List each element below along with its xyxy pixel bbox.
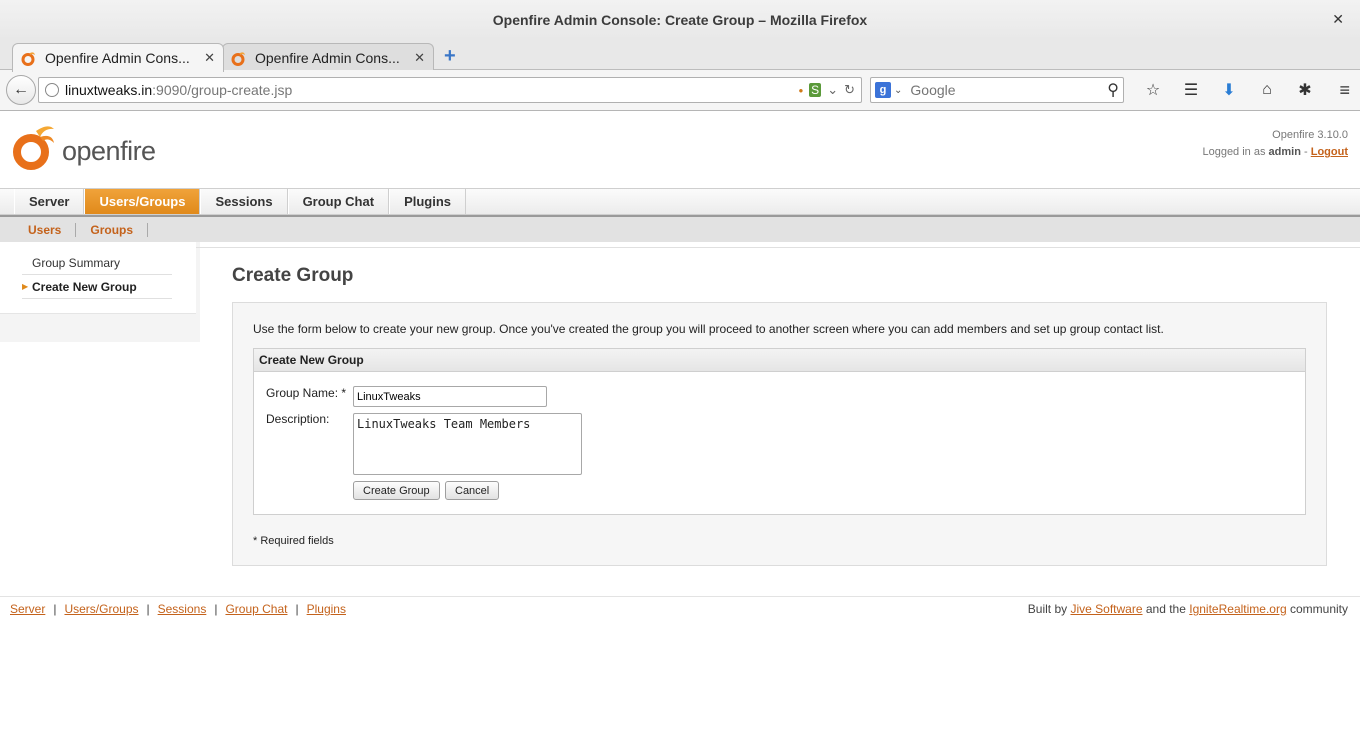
site-addon-icon[interactable]: S [809, 83, 822, 97]
page-footer: Server | Users/Groups | Sessions | Group Chat |… [0, 596, 1360, 622]
openfire-favicon-icon [231, 51, 245, 66]
tab-users-groups[interactable]: Users/Groups [84, 189, 201, 214]
search-bar[interactable]: g ⌄ ⚲ [870, 77, 1124, 103]
footer-link-users-groups[interactable]: Users/Groups [64, 602, 138, 616]
addon-icon[interactable]: ✱ [1286, 80, 1324, 100]
tab-openfire-admin-1[interactable]: Openfire Admin Cons... ✕ [12, 43, 224, 72]
tab-server[interactable]: Server [14, 189, 85, 214]
form-title: Create New Group [254, 349, 1305, 372]
cancel-button[interactable]: Cancel [445, 481, 500, 500]
sidebar-item-label: Create New Group [32, 279, 137, 294]
google-engine-icon[interactable]: g [875, 82, 891, 98]
info-separator: - [1304, 146, 1308, 158]
subtab-groups[interactable]: Groups [76, 222, 149, 237]
navigation-toolbar: ← linuxtweaks.in:9090/group-create.jsp •… [0, 70, 1360, 111]
jive-software-link[interactable]: Jive Software [1070, 602, 1142, 616]
tab-openfire-admin-2[interactable]: Openfire Admin Cons... ✕ [222, 43, 434, 71]
footer-link-server[interactable]: Server [10, 602, 45, 616]
tab-strip: Openfire Admin Cons... ✕ Openfire Admin … [0, 40, 1360, 72]
back-arrow-icon: ← [13, 81, 29, 98]
address-bar[interactable]: linuxtweaks.in:9090/group-create.jsp • S… [38, 77, 862, 103]
description-label: Description: [266, 412, 330, 426]
back-button[interactable]: ← [6, 75, 36, 105]
footer-link-plugins[interactable]: Plugins [307, 602, 346, 616]
sidebar-item-group-summary[interactable]: Group Summary [22, 251, 172, 275]
active-arrow-icon: ▶ [22, 282, 29, 291]
main-content: Create Group Use the form below to creat… [196, 247, 1360, 597]
download-arrow-icon[interactable]: ⬇ [1210, 80, 1248, 100]
tab-sessions[interactable]: Sessions [200, 189, 288, 214]
reading-list-icon[interactable]: ☰ [1172, 80, 1210, 100]
footer-nav: Server | Users/Groups | Sessions | Group Chat |… [10, 602, 346, 616]
openfire-logo[interactable]: openfire [10, 121, 156, 171]
group-name-input[interactable] [353, 386, 547, 407]
logo-text: openfire [62, 135, 156, 166]
hamburger-menu-icon[interactable]: ≡ [1339, 80, 1350, 101]
tab-close-icon[interactable]: ✕ [414, 50, 425, 66]
url-host: linuxtweaks.in [65, 82, 153, 98]
chevron-down-icon[interactable]: ⌄ [827, 82, 838, 98]
reload-icon[interactable]: ↻ [844, 82, 855, 98]
tab-group-chat[interactable]: Group Chat [287, 189, 390, 214]
openfire-header: openfire Openfire 3.10.0 Logged in as ad… [0, 111, 1360, 188]
intro-text: Use the form below to create your new gr… [253, 322, 1164, 336]
star-icon[interactable]: ☆ [1134, 80, 1172, 100]
footer-link-group-chat[interactable]: Group Chat [225, 602, 287, 616]
create-group-form: Create New Group Group Name: * Descripti… [253, 348, 1306, 515]
create-group-panel: Use the form below to create your new gr… [232, 302, 1327, 566]
new-tab-icon[interactable]: + [444, 45, 456, 68]
main-nav: Server Users/Groups Sessions Group Chat … [0, 188, 1360, 215]
session-info: Openfire 3.10.0 Logged in as admin - Log… [1202, 127, 1348, 161]
footer-link-sessions[interactable]: Sessions [158, 602, 207, 616]
logout-link[interactable]: Logout [1311, 146, 1348, 158]
username: admin [1268, 146, 1301, 158]
description-textarea[interactable]: LinuxTweaks Team Members [353, 413, 582, 475]
page-title: Create Group [232, 265, 354, 286]
window-titlebar: Openfire Admin Console: Create Group – M… [0, 0, 1360, 40]
sub-nav: Users Groups [0, 217, 1360, 242]
toolbar-icons: ☆ ☰ ⬇ ⌂ ✱ [1134, 80, 1324, 100]
openfire-flame-icon [13, 126, 54, 170]
version-text: Openfire 3.10.0 [1272, 129, 1348, 141]
home-icon[interactable]: ⌂ [1248, 81, 1286, 99]
feed-icon[interactable]: • [799, 83, 804, 98]
content-area: Group Summary ▶ Create New Group Create … [0, 242, 1360, 597]
subtab-users[interactable]: Users [14, 222, 77, 237]
sidebar-item-label: Group Summary [32, 255, 121, 270]
search-input[interactable] [908, 81, 1108, 99]
search-icon[interactable]: ⚲ [1107, 80, 1119, 100]
engine-dropdown-icon[interactable]: ⌄ [894, 85, 902, 96]
tab-plugins[interactable]: Plugins [389, 189, 467, 214]
sidebar: Group Summary ▶ Create New Group [0, 242, 200, 342]
tab-label: Openfire Admin Cons... [45, 50, 190, 66]
url-path: :9090/group-create.jsp [152, 82, 293, 98]
openfire-favicon-icon [21, 52, 35, 66]
igniterealtime-link[interactable]: IgniteRealtime.org [1189, 602, 1286, 616]
required-fields-note: * Required fields [253, 535, 334, 547]
create-group-button[interactable]: Create Group [353, 481, 440, 500]
globe-icon [45, 83, 59, 97]
sidebar-item-create-new-group[interactable]: ▶ Create New Group [22, 275, 172, 299]
window-close-icon[interactable]: ✕ [1332, 11, 1344, 28]
tab-close-icon[interactable]: ✕ [204, 50, 215, 66]
logged-in-label: Logged in as [1202, 146, 1266, 158]
group-name-label: Group Name: * [266, 386, 347, 400]
window-title: Openfire Admin Console: Create Group – M… [492, 12, 868, 28]
footer-credit: Built by Jive Software and the IgniteRea… [1027, 602, 1348, 616]
tab-label: Openfire Admin Cons... [255, 49, 400, 66]
